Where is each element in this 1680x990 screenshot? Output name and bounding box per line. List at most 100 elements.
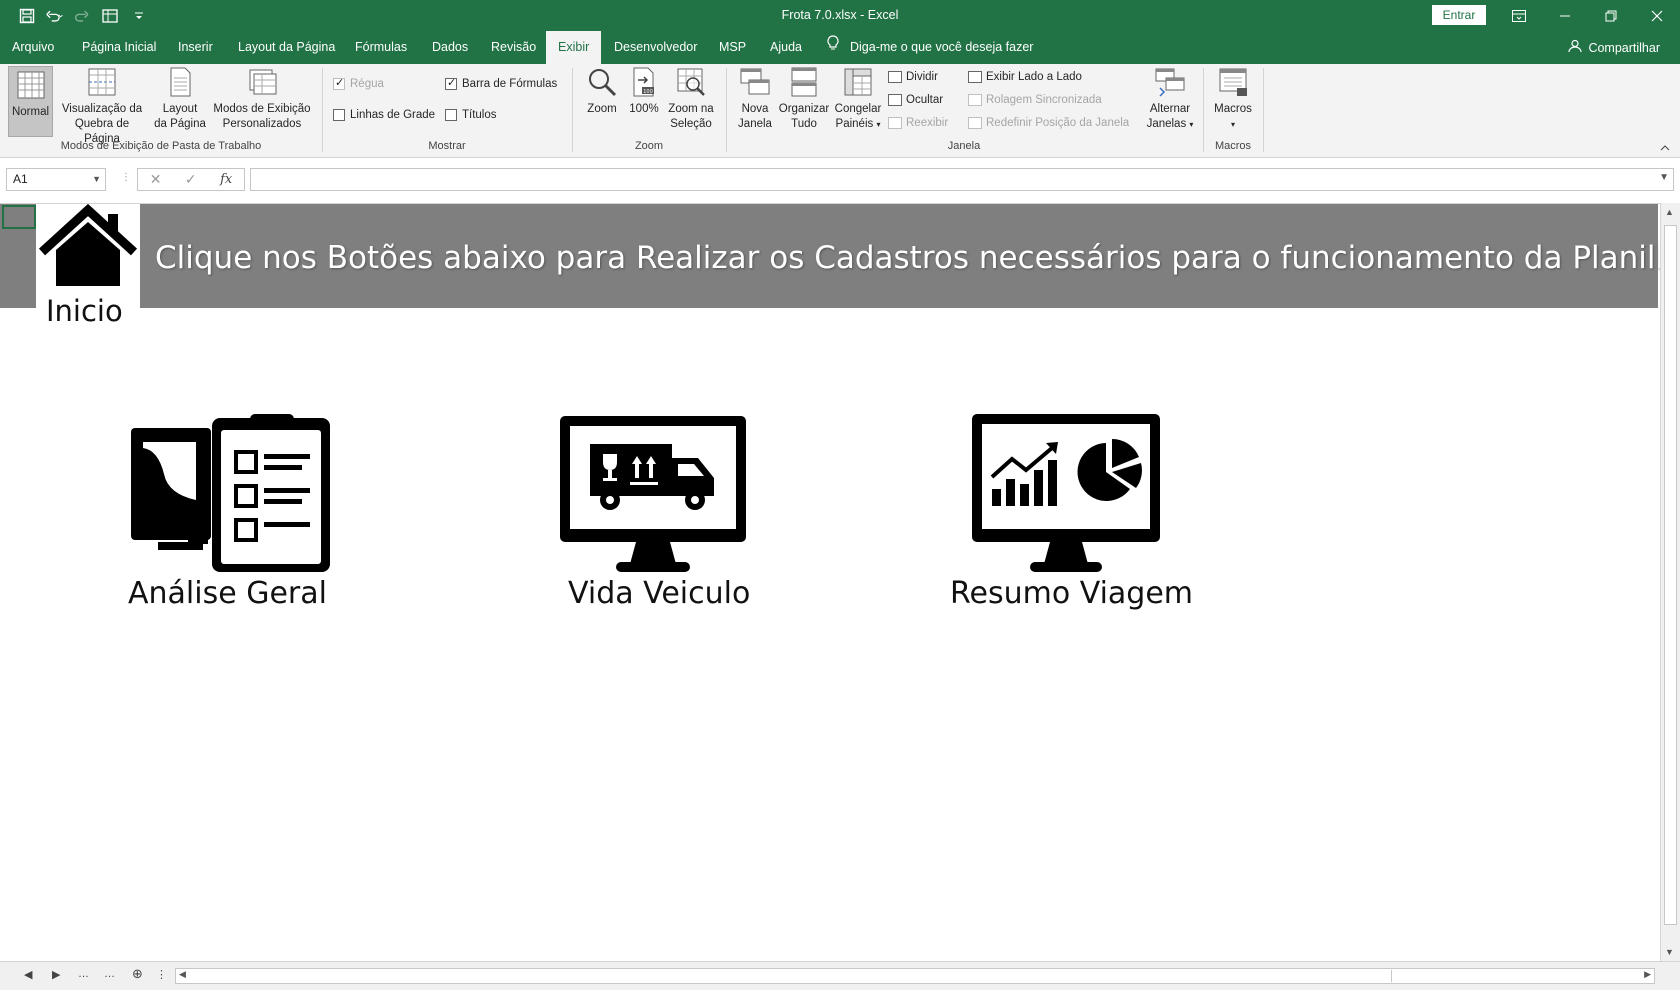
macros-group-label: Macros	[1214, 140, 1252, 152]
prev-sheet-icon[interactable]: ◀	[24, 968, 32, 981]
zoom-label: Zoom	[587, 103, 617, 115]
zoom-to-selection-button[interactable]: Zoom na Seleção	[664, 66, 718, 132]
ribbon: Normal Visualização da Quebra de Página …	[0, 64, 1680, 158]
confirm-entry-icon[interactable]: ✓	[185, 171, 197, 188]
tab-layout-da-pagina[interactable]: Layout da Página	[226, 31, 347, 64]
window-title: Frota 7.0.xlsx - Excel	[781, 8, 899, 22]
tab-pagina-inicial[interactable]: Página Inicial	[70, 31, 168, 64]
unhide-label: Reexibir	[906, 117, 949, 129]
scroll-up-icon[interactable]: ▲	[1665, 207, 1674, 217]
custom-views-icon	[249, 69, 277, 95]
next-sheet-icon[interactable]: ▶	[52, 968, 60, 981]
new-window-label-2: Janela	[738, 118, 772, 130]
expand-formula-bar-icon[interactable]: ▼	[1659, 172, 1669, 183]
arrange-all-button[interactable]: Organizar Tudo	[776, 66, 832, 132]
tab-msp[interactable]: MSP	[707, 31, 758, 64]
tab-formulas[interactable]: Fórmulas	[343, 31, 419, 64]
insert-function-icon[interactable]: fx	[220, 172, 232, 187]
tell-me-box[interactable]: Diga-me o que você deseja fazer	[826, 31, 1033, 64]
freeze-panes-label-2: Painéis ▾	[832, 117, 884, 132]
tab-desenvolvedor[interactable]: Desenvolvedor	[602, 31, 709, 64]
page-layout-label-2: da Página	[154, 118, 206, 130]
page-break-preview-button[interactable]: Visualização da Quebra de Página	[56, 66, 148, 147]
macros-button[interactable]: Macros ▾	[1208, 66, 1258, 132]
side-by-side-label: Exibir Lado a Lado	[986, 71, 1082, 83]
resumo-viagem-label[interactable]: Resumo Viagem	[950, 576, 1193, 611]
share-button[interactable]: Compartilhar	[1568, 31, 1660, 64]
ruler-check-icon	[333, 76, 345, 90]
scroll-down-icon[interactable]: ▼	[1665, 947, 1674, 957]
zoom-selection-icon	[677, 68, 705, 96]
analise-geral-label[interactable]: Análise Geral	[128, 576, 327, 611]
dropdown-arrow-icon: ▾	[1189, 120, 1194, 129]
vertical-scroll-thumb[interactable]	[1664, 225, 1677, 925]
tab-arquivo[interactable]: Arquivo	[0, 31, 66, 64]
formula-bar-grip-icon[interactable]: ⋮	[121, 172, 131, 183]
synchronous-scrolling-button[interactable]: Rolagem Sincronizada	[968, 94, 1102, 106]
selected-cell-a1[interactable]	[2, 205, 36, 229]
ribbon-display-options-icon[interactable]	[1496, 0, 1542, 31]
page-layout-button[interactable]: Layout da Página	[152, 66, 208, 132]
zoom-100-button[interactable]: 100 100%	[626, 66, 662, 117]
group-separator	[1263, 68, 1264, 152]
freeze-panes-button[interactable]: Congelar Painéis ▾	[832, 66, 884, 132]
macros-icon	[1219, 68, 1247, 96]
arrange-all-label-1: Organizar	[778, 103, 830, 115]
signin-button[interactable]: Entrar	[1432, 5, 1486, 25]
unhide-button[interactable]: Reexibir	[888, 117, 948, 129]
formula-bar-checkbox[interactable]: Barra de Fórmulas	[445, 76, 557, 90]
analise-geral-button[interactable]	[128, 414, 338, 576]
tab-exibir[interactable]: Exibir	[546, 31, 602, 64]
worksheet[interactable]: Clique nos Botões abaixo para Realizar o…	[0, 203, 1680, 961]
normal-view-label: Normal	[11, 106, 50, 118]
page-layout-label-1: Layout	[162, 103, 198, 115]
more-sheets-right-icon[interactable]: …	[104, 968, 115, 980]
new-window-button[interactable]: Nova Janela	[734, 66, 776, 132]
tab-ajuda[interactable]: Ajuda	[758, 31, 814, 64]
ribbon-tabs: Arquivo Página Inicial Inserir Layout da…	[0, 31, 1680, 64]
freeze-panes-icon	[844, 68, 872, 96]
resumo-viagem-button[interactable]	[970, 412, 1162, 576]
home-button[interactable]: Inicio	[36, 203, 140, 330]
name-box-dropdown-icon[interactable]: ▼	[92, 169, 101, 190]
normal-view-button[interactable]: Normal	[8, 66, 53, 137]
sync-scroll-icon	[968, 94, 982, 106]
formula-input[interactable]: ▼	[250, 168, 1674, 191]
svg-text:100: 100	[643, 89, 653, 95]
view-side-by-side-button[interactable]: Exibir Lado a Lado	[968, 71, 1082, 83]
new-sheet-icon[interactable]: ⊕	[132, 966, 143, 982]
vertical-scrollbar[interactable]: ▲ ▼	[1660, 203, 1680, 961]
split-label: Dividir	[906, 71, 938, 83]
tab-split-grip-icon[interactable]: ⋮	[156, 968, 167, 981]
switch-windows-button[interactable]: Alternar Janelas ▾	[1142, 66, 1198, 132]
gridlines-checkbox[interactable]: Linhas de Grade	[333, 109, 435, 121]
reset-window-position-button[interactable]: Redefinir Posição da Janela	[968, 117, 1129, 129]
horizontal-scrollbar[interactable]: ◀ ▶	[175, 968, 1655, 984]
person-icon	[1568, 39, 1583, 56]
dropdown-arrow-icon: ▾	[876, 120, 881, 129]
scroll-left-icon[interactable]: ◀	[179, 969, 186, 980]
cancel-entry-icon[interactable]: ✕	[150, 171, 162, 188]
ruler-label: Régua	[350, 78, 384, 90]
custom-views-button[interactable]: Modos de Exibição Personalizados	[210, 66, 314, 132]
ruler-checkbox[interactable]: Régua	[333, 76, 384, 90]
minimize-icon[interactable]	[1542, 0, 1588, 31]
more-sheets-left-icon[interactable]: …	[78, 968, 89, 980]
custom-views-label-1: Modos de Exibição	[213, 103, 311, 115]
scroll-right-icon[interactable]: ▶	[1644, 969, 1651, 980]
name-box[interactable]: A1 ▼	[6, 168, 106, 191]
tab-dados[interactable]: Dados	[420, 31, 480, 64]
split-button[interactable]: Dividir	[888, 71, 938, 83]
hide-button[interactable]: Ocultar	[888, 94, 943, 106]
collapse-ribbon-icon[interactable]	[1660, 142, 1670, 154]
tab-inserir[interactable]: Inserir	[166, 31, 225, 64]
tab-revisao[interactable]: Revisão	[479, 31, 548, 64]
headings-checkbox[interactable]: Títulos	[445, 109, 497, 121]
zoom-button[interactable]: Zoom	[580, 66, 624, 117]
title-bar: Frota 7.0.xlsx - Excel Entrar	[0, 0, 1680, 31]
horizontal-scroll-thumb[interactable]	[192, 970, 1392, 982]
vida-veiculo-button[interactable]	[558, 414, 748, 576]
vida-veiculo-label[interactable]: Vida Veiculo	[568, 576, 750, 611]
restore-icon[interactable]	[1588, 0, 1634, 31]
close-icon[interactable]	[1634, 0, 1680, 31]
